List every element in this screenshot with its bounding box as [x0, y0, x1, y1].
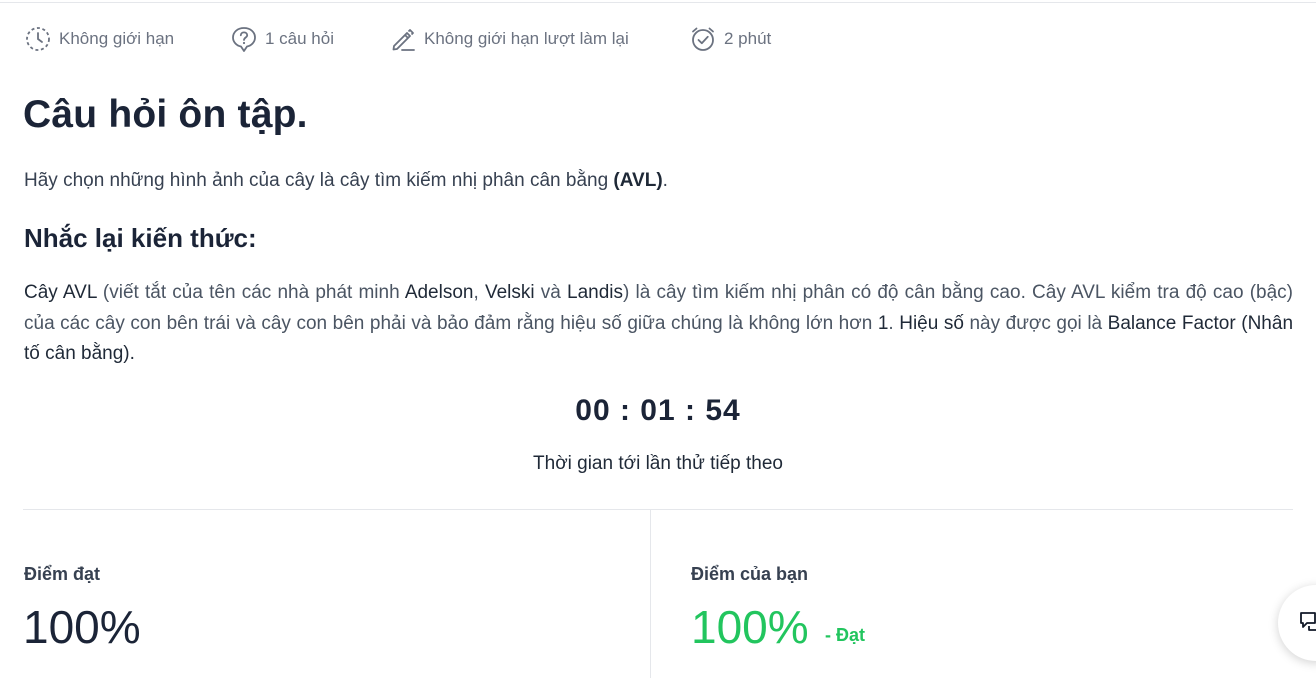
recap-name-velski: Velski	[484, 282, 535, 303]
recap-text: (viết tắt của tên các nhà phát minh	[96, 282, 405, 303]
meta-attempts: Không giới hạn	[24, 25, 230, 53]
your-score-label: Điểm của bạn	[691, 564, 809, 584]
alarm-check-icon	[692, 27, 714, 51]
retry-countdown-caption: Thời gian tới lần thử tiếp theo	[533, 453, 783, 474]
pass-status-badge: - Đạt	[825, 625, 865, 645]
your-score-value: 100%	[691, 601, 809, 653]
retry-countdown: 00 : 01 : 54	[575, 394, 741, 427]
instruction-emphasis: (AVL)	[613, 170, 663, 191]
required-score-value: 100%	[23, 601, 141, 653]
top-divider	[0, 2, 1316, 3]
recap-text: này được gọi là	[963, 312, 1108, 334]
recap-number: 1	[877, 312, 889, 334]
meta-retakes-label: Không giới hạn lượt làm lại	[424, 29, 629, 48]
recap-text: .	[888, 312, 900, 334]
meta-duration-label: 2 phút	[724, 29, 772, 48]
quiz-instruction: Hãy chọn những hình ảnh của cây là cây t…	[24, 170, 668, 192]
meta-retakes: Không giới hạn lượt làm lại	[389, 25, 689, 53]
section-divider	[23, 509, 1293, 510]
recap-name-adelson: Adelson	[404, 282, 474, 303]
recap-text: và	[534, 282, 568, 303]
floating-chat-button[interactable]	[1278, 585, 1316, 661]
meta-questions-label: 1 câu hỏi	[265, 29, 334, 48]
recap-term-difference: Hiệu số	[899, 312, 964, 334]
recap-name-landis: Landis	[567, 282, 624, 303]
recap-text: ,	[473, 282, 485, 303]
pencil-icon	[392, 29, 415, 51]
instruction-text: Hãy chọn những hình ảnh của cây là cây t…	[24, 170, 614, 191]
recap-term-avl: Cây AVL	[24, 282, 97, 303]
required-score-label: Điểm đạt	[24, 564, 101, 584]
question-bubble-icon	[232, 27, 256, 52]
instruction-end: .	[662, 170, 668, 191]
quiz-meta-bar: Không giới hạn 1 câu hỏi Không giới hạn …	[24, 24, 771, 54]
recap-term-balance-factor: Balance Factor	[1107, 312, 1236, 334]
meta-questions: 1 câu hỏi	[230, 25, 389, 53]
meta-duration: 2 phút	[689, 25, 771, 53]
page-title: Câu hỏi ôn tập.	[23, 93, 308, 136]
recap-heading: Nhắc lại kiến thức:	[24, 223, 257, 253]
meta-attempts-label: Không giới hạn	[59, 29, 175, 48]
clock-dashed-icon	[26, 27, 50, 51]
column-divider	[650, 510, 651, 678]
recap-paragraph: Cây AVL (viết tắt của tên các nhà phát m…	[24, 278, 1293, 370]
chat-icon	[1300, 612, 1316, 631]
